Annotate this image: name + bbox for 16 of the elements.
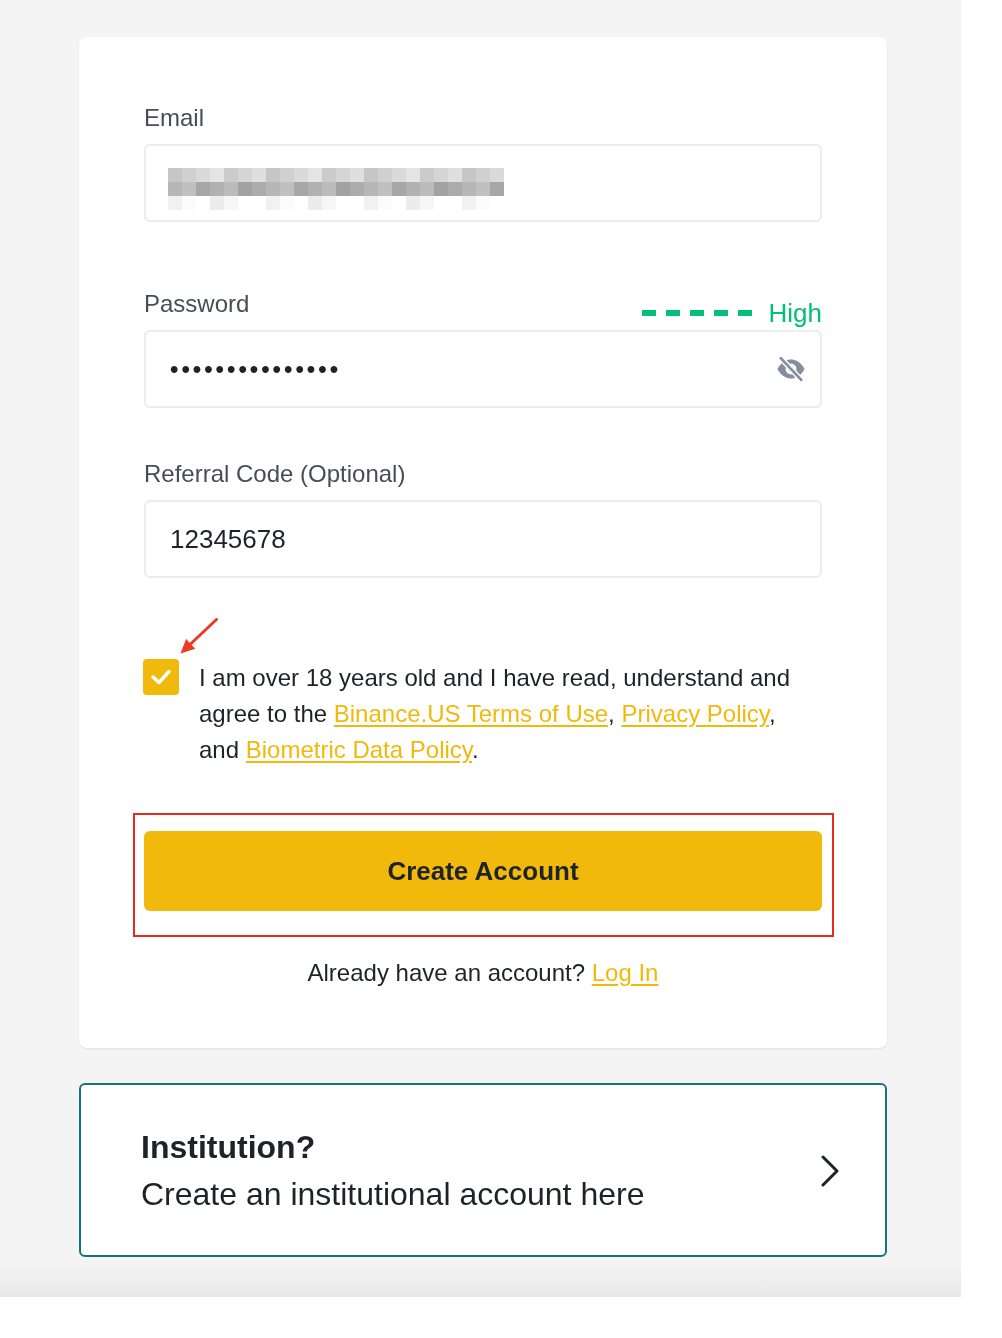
agreement-text: I am over 18 years old and I have read, understand and agree to the Binance.US Terms of Use, Privacy Policy, and Biometric Data Policy. — [199, 663, 792, 765]
password-field[interactable]: ••••••••••••••• — [144, 330, 822, 408]
institution-subtitle: Create an institutional account here — [141, 1175, 645, 1214]
institution-card[interactable]: Institution? Create an institutional account here — [79, 1083, 887, 1257]
field-label: Referral Code (Optional) — [144, 460, 406, 488]
chevron-right-icon — [820, 1154, 840, 1187]
referral-code-field[interactable]: 12345678 — [144, 500, 822, 578]
checkmark-icon — [151, 669, 171, 685]
field-label: Password — [144, 290, 250, 318]
checkbox[interactable] — [143, 659, 179, 695]
strength-label: High — [768, 298, 822, 328]
eye-slash-icon[interactable] — [776, 356, 806, 382]
institution-title: Institution? — [141, 1128, 317, 1167]
login-prompt: Already have an account? Log In — [306, 958, 660, 988]
field-label: Email — [144, 104, 204, 132]
create-account-button[interactable]: Create Account — [144, 831, 822, 911]
